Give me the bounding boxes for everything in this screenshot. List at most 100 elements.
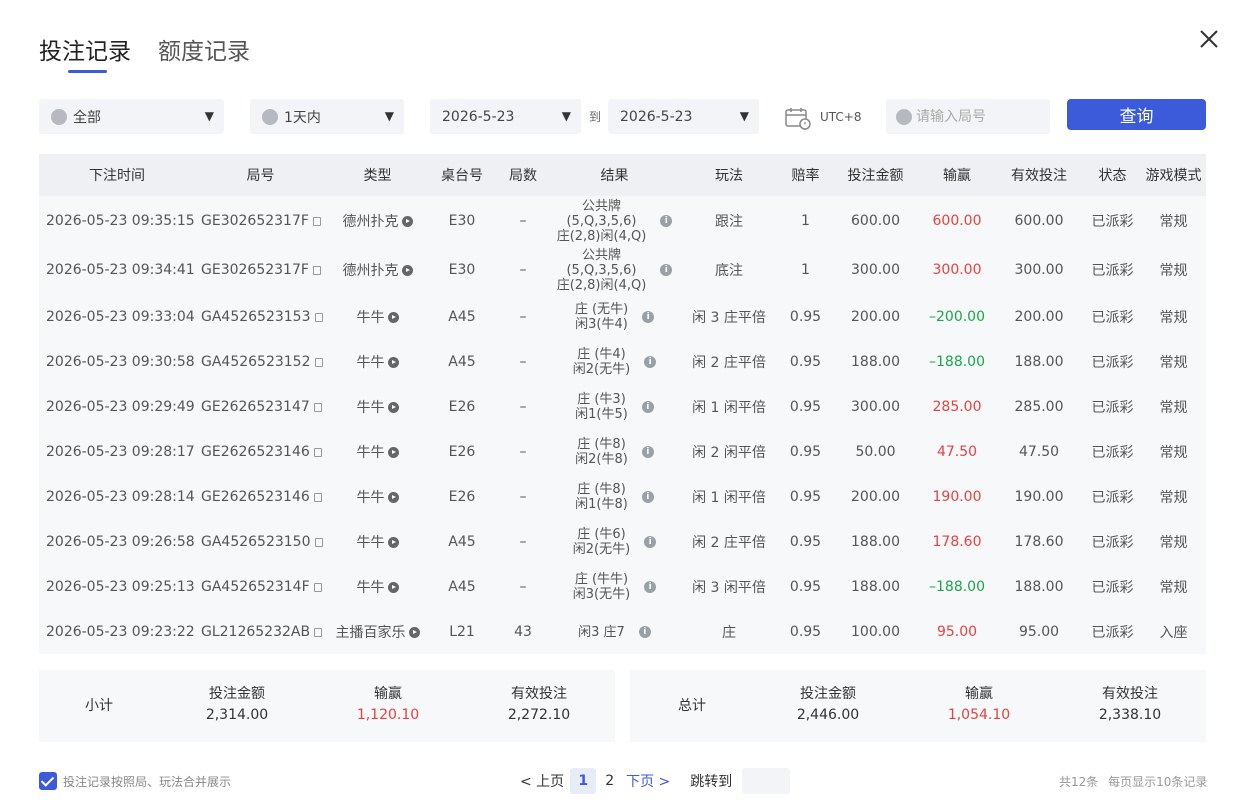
result-line: 闲3(牛4): [575, 317, 628, 332]
play-replay-icon[interactable]: [387, 581, 399, 593]
odds: 0.95: [789, 308, 822, 325]
round-number-input[interactable]: [916, 99, 1046, 134]
bet-amount: 188.00: [851, 353, 900, 370]
odds: 0.95: [789, 533, 822, 550]
result-text: 庄 (牛牛) 闲3(无牛): [573, 572, 630, 602]
info-icon[interactable]: i: [641, 446, 654, 458]
bet-time: 2026-05-23 09:28:17: [46, 443, 195, 460]
subtotal-winloss-value: 1,120.10: [356, 707, 420, 723]
jump-page-input[interactable]: [742, 768, 791, 794]
copy-icon[interactable]: [314, 627, 323, 637]
grandtotal-winloss-label: 输赢: [965, 686, 993, 702]
info-icon[interactable]: i: [660, 215, 673, 227]
date-range-separator: 到: [589, 110, 602, 124]
tab-quota-records[interactable]: 额度记录: [158, 36, 250, 68]
result-line: 庄 (牛8): [577, 437, 626, 452]
info-icon[interactable]: i: [641, 401, 654, 413]
calendar-icon[interactable]: [784, 106, 812, 130]
play-replay-icon[interactable]: [387, 401, 399, 413]
game-filter-select[interactable]: 全部 ▼: [39, 99, 224, 134]
next-page-link[interactable]: 下页 >: [626, 771, 670, 791]
play-replay-icon[interactable]: [387, 356, 399, 368]
copy-icon[interactable]: [314, 357, 323, 367]
close-icon[interactable]: [1196, 26, 1222, 52]
col-header-play: 玩法: [715, 168, 743, 184]
play-replay-icon[interactable]: [387, 311, 399, 323]
date-to-select[interactable]: 2026-5-23 ▼: [608, 99, 759, 134]
page-1-button[interactable]: 1: [570, 768, 597, 794]
bet-time: 2026-05-23 09:35:15: [46, 212, 195, 229]
game-type-cell: 牛牛: [326, 564, 429, 609]
result-line: 庄 (牛4): [577, 347, 626, 362]
play-replay-icon[interactable]: [387, 446, 399, 458]
game-mode: 常规: [1159, 534, 1188, 551]
tab-bet-records[interactable]: 投注记录: [39, 36, 131, 73]
round-id-cell: GA4526523152: [195, 339, 326, 384]
col-header-status: 状态: [1098, 168, 1127, 184]
copy-icon[interactable]: [314, 312, 323, 322]
result-line: 庄 (牛牛): [574, 572, 629, 587]
copy-icon[interactable]: [313, 582, 322, 592]
prev-page-link[interactable]: < 上页: [520, 771, 564, 791]
result-line: 庄 (无牛): [574, 302, 629, 317]
round-id: GE2626523147: [201, 398, 310, 415]
bet-play: 闲 3 庄平倍: [692, 309, 766, 326]
play-replay-icon[interactable]: [401, 264, 413, 276]
play-replay-icon[interactable]: [408, 626, 420, 638]
status: 已派彩: [1091, 213, 1134, 230]
query-button[interactable]: 查询: [1067, 99, 1206, 130]
copy-icon[interactable]: [313, 402, 322, 412]
period-filter-select[interactable]: 1天内 ▼: [250, 99, 404, 134]
status: 已派彩: [1091, 444, 1134, 461]
merge-display-checkbox[interactable]: [39, 772, 57, 790]
round-count: –: [519, 533, 527, 550]
status: 已派彩: [1091, 399, 1134, 416]
win-loss: –188.00: [929, 578, 985, 595]
info-icon[interactable]: i: [644, 356, 657, 368]
info-icon[interactable]: i: [642, 311, 655, 323]
round-id: GE2626523146: [201, 488, 310, 505]
status: 已派彩: [1091, 262, 1134, 279]
game-type-cell: 德州扑克: [326, 245, 429, 294]
bet-time: 2026-05-23 09:25:13: [46, 578, 195, 595]
info-icon[interactable]: i: [644, 536, 657, 548]
copy-icon[interactable]: [314, 537, 323, 547]
col-header-table: 桌台号: [441, 168, 483, 184]
play-replay-icon[interactable]: [387, 491, 399, 503]
caret-down-icon: ▼: [739, 109, 749, 123]
copy-icon[interactable]: [313, 447, 322, 457]
copy-icon[interactable]: [312, 216, 321, 226]
bet-time: 2026-05-23 09:26:58: [46, 533, 195, 550]
bet-time: 2026-05-23 09:23:22: [46, 623, 195, 640]
game-type: 牛牛: [356, 579, 385, 596]
result-cell: 庄 (牛8) 闲2(牛8) i: [551, 429, 678, 474]
bet-play: 闲 2 庄平倍: [692, 354, 766, 371]
table-id: E26: [448, 398, 476, 415]
result-text: 闲3 庄7: [578, 625, 625, 640]
grandtotal-winloss: 输赢 1,054.10: [929, 684, 1029, 726]
info-icon[interactable]: i: [644, 581, 657, 593]
page-2-button[interactable]: 2: [605, 773, 614, 789]
odds: 0.95: [789, 443, 822, 460]
game-type: 牛牛: [356, 534, 385, 551]
round-id: GE2626523146: [201, 443, 310, 460]
info-icon[interactable]: i: [641, 491, 654, 503]
bet-amount: 200.00: [851, 488, 900, 505]
game-type: 牛牛: [356, 399, 385, 416]
copy-icon[interactable]: [312, 265, 321, 275]
caret-down-icon: ▼: [561, 109, 571, 123]
table-row: 2026-05-23 09:28:14 GE2626523146 牛牛 E26 – 庄 (…: [39, 474, 1206, 519]
date-from-select[interactable]: 2026-5-23 ▼: [430, 99, 581, 134]
play-replay-icon[interactable]: [401, 215, 413, 227]
info-icon[interactable]: i: [660, 264, 673, 276]
valid-bet: 300.00: [1014, 261, 1064, 278]
game-filter-value: 全部: [73, 109, 101, 126]
record-count: 共12条 每页显示10条记录: [1059, 773, 1207, 790]
copy-icon[interactable]: [313, 492, 322, 502]
valid-bet: 178.60: [1014, 533, 1064, 550]
info-icon[interactable]: i: [638, 626, 651, 638]
bet-play: 庄: [722, 624, 736, 641]
bet-time: 2026-05-23 09:29:49: [46, 398, 195, 415]
bet-play: 闲 2 庄平倍: [692, 534, 766, 551]
play-replay-icon[interactable]: [387, 536, 399, 548]
